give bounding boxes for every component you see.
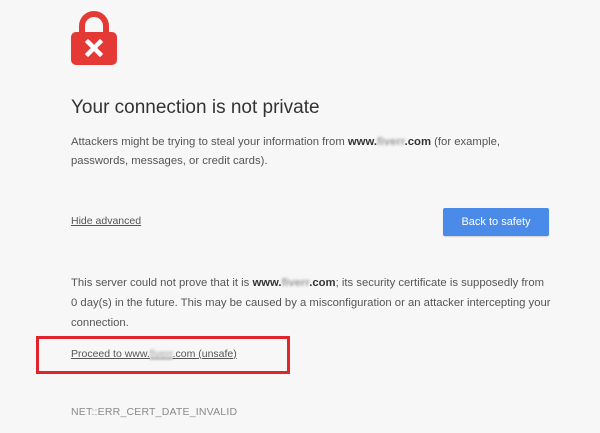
advanced-details: This server could not prove that it is w… bbox=[71, 277, 551, 329]
hide-advanced-link[interactable]: Hide advanced bbox=[71, 215, 141, 227]
page-title: Your connection is not private bbox=[71, 97, 320, 118]
lock-error-icon bbox=[71, 9, 117, 65]
domain-name: www.fiverr.com bbox=[347, 136, 431, 148]
domain-name: www.fiverr.com bbox=[252, 277, 336, 289]
error-description: Attackers might be trying to steal your … bbox=[71, 136, 501, 167]
back-to-safety-button[interactable]: Back to safety bbox=[443, 208, 549, 236]
highlight-annotation bbox=[36, 336, 290, 374]
error-code: NET::ERR_CERT_DATE_INVALID bbox=[71, 406, 238, 418]
